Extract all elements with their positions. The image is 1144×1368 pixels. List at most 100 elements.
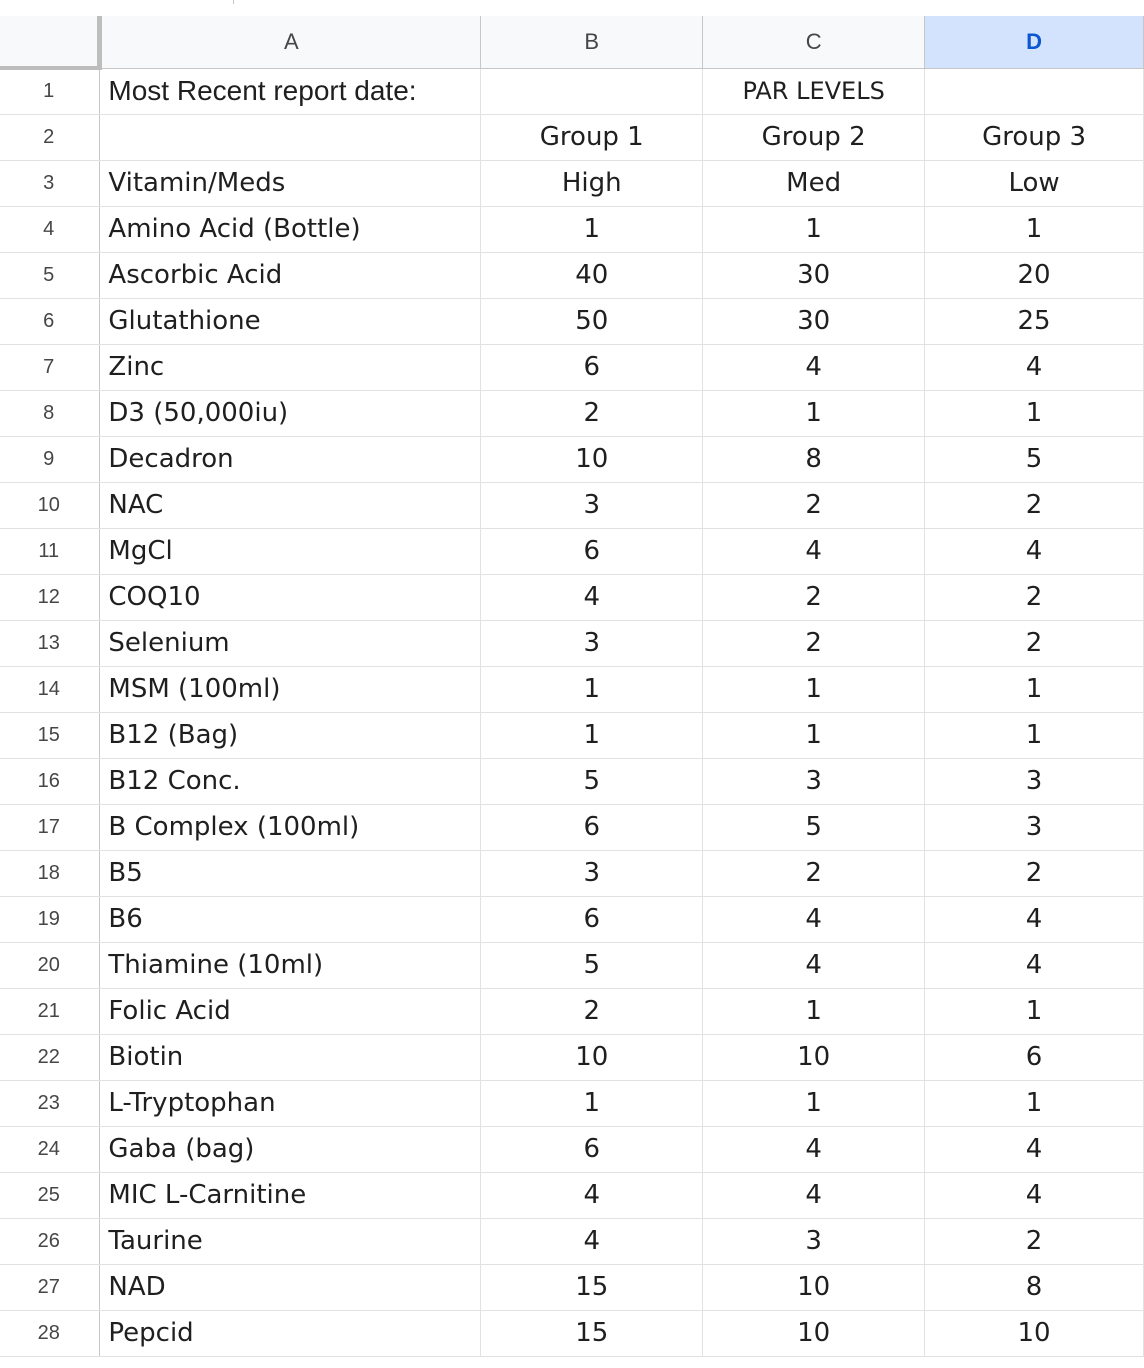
row-header[interactable]: 26 — [0, 1218, 101, 1265]
row-header[interactable]: 16 — [0, 758, 101, 805]
item-name-cell[interactable]: Amino Acid (Bottle) — [99, 206, 482, 253]
cell-c1[interactable]: PAR LEVELS — [702, 68, 926, 115]
par-low-cell[interactable]: 10 — [924, 1310, 1144, 1357]
item-name-cell[interactable]: NAD — [99, 1264, 482, 1311]
par-med-cell[interactable]: 30 — [702, 298, 926, 345]
column-header-b[interactable]: B — [480, 16, 704, 69]
par-low-cell[interactable]: 4 — [924, 528, 1144, 575]
par-med-cell[interactable]: 1 — [702, 988, 926, 1035]
row-header[interactable]: 12 — [0, 574, 101, 621]
row-header[interactable]: 18 — [0, 850, 101, 897]
par-med-cell[interactable]: 4 — [702, 344, 926, 391]
par-high-cell[interactable]: 3 — [480, 620, 704, 667]
par-med-cell[interactable]: 10 — [702, 1264, 926, 1311]
cell-c2[interactable]: Group 2 — [702, 114, 926, 161]
par-low-cell[interactable]: 2 — [924, 1218, 1144, 1265]
row-header[interactable]: 19 — [0, 896, 101, 943]
par-high-cell[interactable]: 6 — [480, 528, 704, 575]
row-header[interactable]: 28 — [0, 1310, 101, 1357]
par-med-cell[interactable]: 4 — [702, 1126, 926, 1173]
row-header[interactable]: 2 — [0, 114, 101, 161]
par-med-cell[interactable]: 2 — [702, 850, 926, 897]
cell-b2[interactable]: Group 1 — [480, 114, 704, 161]
item-name-cell[interactable]: B5 — [99, 850, 482, 897]
par-med-cell[interactable]: 2 — [702, 574, 926, 621]
row-header[interactable]: 17 — [0, 804, 101, 851]
item-name-cell[interactable]: L-Tryptophan — [99, 1080, 482, 1127]
item-name-cell[interactable]: Thiamine (10ml) — [99, 942, 482, 989]
par-low-cell[interactable]: 8 — [924, 1264, 1144, 1311]
item-name-cell[interactable]: D3 (50,000iu) — [99, 390, 482, 437]
par-high-cell[interactable]: 3 — [480, 482, 704, 529]
par-low-cell[interactable]: 2 — [924, 482, 1144, 529]
par-med-cell[interactable]: 30 — [702, 252, 926, 299]
par-med-cell[interactable]: 1 — [702, 206, 926, 253]
row-header[interactable]: 9 — [0, 436, 101, 483]
par-high-cell[interactable]: 6 — [480, 804, 704, 851]
par-high-cell[interactable]: 4 — [480, 1172, 704, 1219]
cell-a2[interactable] — [99, 114, 482, 161]
par-med-cell[interactable]: 4 — [702, 942, 926, 989]
row-header[interactable]: 6 — [0, 298, 101, 345]
par-med-cell[interactable]: 4 — [702, 896, 926, 943]
par-med-cell[interactable]: 1 — [702, 390, 926, 437]
par-low-cell[interactable]: 4 — [924, 344, 1144, 391]
item-name-cell[interactable]: Selenium — [99, 620, 482, 667]
par-low-cell[interactable]: 2 — [924, 574, 1144, 621]
par-med-cell[interactable]: 5 — [702, 804, 926, 851]
par-low-cell[interactable]: 2 — [924, 620, 1144, 667]
par-low-cell[interactable]: 5 — [924, 436, 1144, 483]
row-header[interactable]: 10 — [0, 482, 101, 529]
par-low-cell[interactable]: 4 — [924, 896, 1144, 943]
par-med-cell[interactable]: 1 — [702, 712, 926, 759]
cell-b1[interactable] — [480, 68, 704, 115]
cell-a1[interactable]: Most Recent report date: — [99, 68, 482, 115]
par-low-cell[interactable]: 2 — [924, 850, 1144, 897]
par-low-cell[interactable]: 3 — [924, 804, 1144, 851]
par-high-cell[interactable]: 1 — [480, 206, 704, 253]
row-header[interactable]: 23 — [0, 1080, 101, 1127]
par-med-cell[interactable]: 2 — [702, 482, 926, 529]
par-low-cell[interactable]: 1 — [924, 988, 1144, 1035]
cell-c3[interactable]: Med — [702, 160, 926, 207]
par-low-cell[interactable]: 1 — [924, 712, 1144, 759]
row-header[interactable]: 15 — [0, 712, 101, 759]
item-name-cell[interactable]: B Complex (100ml) — [99, 804, 482, 851]
par-low-cell[interactable]: 1 — [924, 390, 1144, 437]
par-med-cell[interactable]: 1 — [702, 1080, 926, 1127]
par-med-cell[interactable]: 10 — [702, 1310, 926, 1357]
par-high-cell[interactable]: 4 — [480, 574, 704, 621]
row-header[interactable]: 21 — [0, 988, 101, 1035]
par-med-cell[interactable]: 8 — [702, 436, 926, 483]
column-header-d[interactable]: D — [924, 16, 1144, 69]
row-header[interactable]: 14 — [0, 666, 101, 713]
item-name-cell[interactable]: COQ10 — [99, 574, 482, 621]
cell-d2[interactable]: Group 3 — [924, 114, 1144, 161]
par-high-cell[interactable]: 15 — [480, 1310, 704, 1357]
row-header[interactable]: 27 — [0, 1264, 101, 1311]
par-high-cell[interactable]: 10 — [480, 436, 704, 483]
item-name-cell[interactable]: NAC — [99, 482, 482, 529]
par-high-cell[interactable]: 6 — [480, 1126, 704, 1173]
item-name-cell[interactable]: B12 (Bag) — [99, 712, 482, 759]
item-name-cell[interactable]: B6 — [99, 896, 482, 943]
par-high-cell[interactable]: 40 — [480, 252, 704, 299]
par-high-cell[interactable]: 15 — [480, 1264, 704, 1311]
column-header-a[interactable]: A — [99, 16, 482, 69]
item-name-cell[interactable]: MIC L-Carnitine — [99, 1172, 482, 1219]
row-header[interactable]: 20 — [0, 942, 101, 989]
column-header-c[interactable]: C — [702, 16, 926, 69]
cell-a3[interactable]: Vitamin/Meds — [99, 160, 482, 207]
item-name-cell[interactable]: Taurine — [99, 1218, 482, 1265]
item-name-cell[interactable]: B12 Conc. — [99, 758, 482, 805]
par-low-cell[interactable]: 1 — [924, 666, 1144, 713]
row-header[interactable]: 1 — [0, 68, 101, 115]
par-med-cell[interactable]: 2 — [702, 620, 926, 667]
item-name-cell[interactable]: Glutathione — [99, 298, 482, 345]
item-name-cell[interactable]: MSM (100ml) — [99, 666, 482, 713]
par-med-cell[interactable]: 4 — [702, 528, 926, 575]
row-header[interactable]: 11 — [0, 528, 101, 575]
select-all-corner[interactable] — [0, 16, 103, 70]
par-med-cell[interactable]: 10 — [702, 1034, 926, 1081]
row-header[interactable]: 4 — [0, 206, 101, 253]
